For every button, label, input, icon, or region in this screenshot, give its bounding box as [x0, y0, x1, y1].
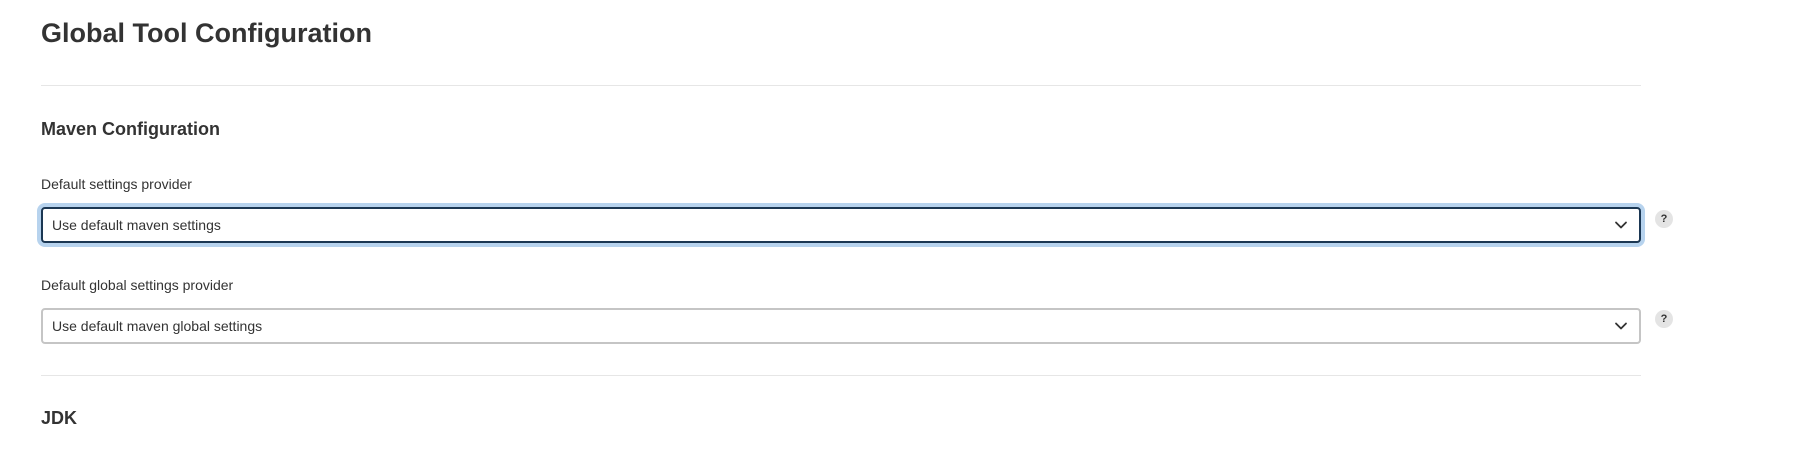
- section-divider: [41, 375, 1641, 376]
- maven-section-title: Maven Configuration: [41, 119, 220, 139]
- global-settings-provider-value: Use default maven global settings: [52, 318, 263, 334]
- global-settings-provider-select[interactable]: Use default maven global settings: [41, 308, 1641, 344]
- help-icon[interactable]: ?: [1655, 210, 1673, 228]
- section-divider: [41, 85, 1641, 86]
- chevron-down-icon: [1615, 221, 1627, 229]
- chevron-down-icon: [1615, 322, 1627, 330]
- help-icon[interactable]: ?: [1655, 310, 1673, 328]
- global-settings-provider-label: Default global settings provider: [41, 277, 234, 293]
- jdk-section-title: JDK: [41, 408, 78, 428]
- settings-provider-value: Use default maven settings: [52, 217, 221, 233]
- settings-provider-select[interactable]: Use default maven settings: [41, 207, 1641, 243]
- page-title: Global Tool Configuration: [41, 18, 372, 48]
- settings-provider-label: Default settings provider: [41, 176, 192, 192]
